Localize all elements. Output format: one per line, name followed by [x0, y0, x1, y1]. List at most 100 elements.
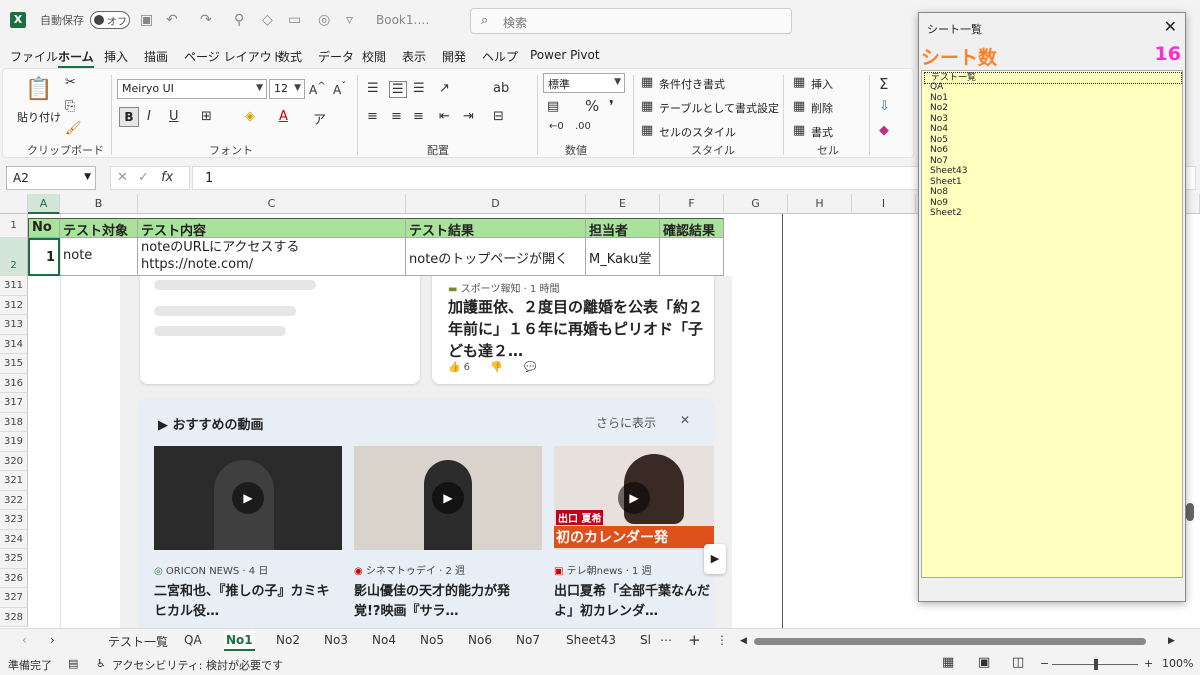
zoom-level[interactable]: 100% [1162, 657, 1193, 670]
redo-icon[interactable]: ↷ [200, 12, 212, 28]
align-center-icon[interactable]: ≡ [391, 109, 402, 124]
cell-owner[interactable]: M_Kaku堂 [586, 238, 660, 276]
row-header[interactable]: 312 [0, 295, 28, 315]
sheet-tab[interactable]: No2 [276, 633, 300, 647]
video-thumbnail[interactable]: ▶ [354, 446, 542, 550]
fill-color-icon[interactable]: ◈ [245, 109, 255, 124]
row-header[interactable]: 1 [0, 214, 28, 238]
tab-data[interactable]: データ [318, 48, 354, 65]
shape-icon[interactable]: ◇ [262, 12, 273, 28]
tab-help[interactable]: ヘルプ [482, 48, 518, 65]
decrease-decimal-icon[interactable]: .00 [575, 121, 591, 132]
grow-font-icon[interactable]: A^ [309, 81, 326, 97]
format-painter-icon[interactable]: 🖌 [65, 121, 82, 136]
horizontal-scrollbar[interactable] [754, 638, 1146, 645]
cell-check[interactable] [660, 238, 724, 276]
column-header-c[interactable]: C [138, 194, 406, 214]
scroll-left-icon[interactable]: ◀ [740, 636, 747, 646]
indent-icon[interactable]: ⇤ [439, 109, 450, 124]
prev-sheet-icon[interactable]: ‹ [22, 633, 27, 647]
play-icon[interactable]: ▶ [618, 482, 650, 514]
row-header[interactable]: 314 [0, 334, 28, 354]
add-sheet-icon[interactable]: + [688, 631, 701, 649]
save-icon[interactable]: ▣ [140, 12, 153, 28]
list-item[interactable]: No9 [930, 198, 948, 208]
sheet-tab[interactable]: No6 [468, 633, 492, 647]
row-header[interactable]: 320 [0, 451, 28, 471]
name-box[interactable]: A2 ▼ [6, 166, 96, 190]
header-cell-check[interactable]: 確認結果 [660, 218, 724, 238]
cut-icon[interactable]: ✂ [65, 75, 76, 90]
dislike-icon[interactable]: 👎 [490, 362, 502, 373]
row-header[interactable]: 323 [0, 510, 28, 530]
video-title[interactable]: 影山優佳の天才的能力が発覚!?映画『サラ… [354, 582, 534, 622]
tab-draw[interactable]: 描画 [144, 48, 168, 65]
tab-formulas[interactable]: 数式 [278, 48, 302, 65]
cell-result[interactable]: noteのトップページが開く [406, 238, 586, 276]
next-sheet-icon[interactable]: › [50, 633, 55, 647]
sheet-tab[interactable]: テスト一覧 [108, 633, 168, 650]
insert-cells-icon[interactable]: ▦ [793, 75, 805, 90]
column-header-h[interactable]: H [788, 194, 852, 214]
border-icon[interactable]: ⊞ [201, 109, 212, 124]
insert-function-icon[interactable]: fx [161, 170, 173, 185]
page-layout-view-icon[interactable]: ▣ [978, 655, 990, 670]
list-item[interactable]: Sheet2 [930, 208, 962, 218]
paste-button[interactable]: 貼り付け [17, 109, 61, 125]
italic-button[interactable]: I [147, 109, 151, 124]
sheet-tab[interactable]: No7 [516, 633, 540, 647]
undo-icon[interactable]: ↶ [166, 12, 178, 28]
tab-file[interactable]: ファイル [10, 48, 58, 65]
list-item[interactable]: Sheet1 [930, 177, 962, 187]
column-header-e[interactable]: E [586, 194, 660, 214]
underline-button[interactable]: U [169, 109, 179, 124]
header-cell-owner[interactable]: 担当者 [586, 218, 660, 238]
delete-cells-button[interactable]: 削除 [811, 100, 833, 116]
column-header-b[interactable]: B [60, 194, 138, 214]
align-middle-icon[interactable]: ☰ [389, 81, 407, 98]
copy-icon[interactable]: ⎘ [65, 99, 75, 114]
font-color-icon[interactable]: A [279, 109, 288, 124]
currency-icon[interactable]: ▤ [547, 99, 559, 114]
comment-icon[interactable]: 💬 [524, 362, 536, 373]
zoom-thumb[interactable] [1094, 659, 1098, 670]
row-header[interactable]: 326 [0, 568, 28, 588]
column-header-d[interactable]: D [406, 194, 586, 214]
row-header[interactable]: 327 [0, 588, 28, 608]
like-icon[interactable]: 👍 6 [448, 362, 470, 373]
insert-cells-button[interactable]: 挿入 [811, 76, 833, 92]
align-left-icon[interactable]: ≡ [367, 109, 378, 124]
play-icon[interactable]: ▶ [432, 482, 464, 514]
sheet-tab-active[interactable]: No1 [224, 631, 255, 651]
align-top-icon[interactable]: ☰ [367, 81, 379, 96]
table-format-icon[interactable]: ▦ [641, 99, 653, 114]
list-item[interactable]: No3 [930, 114, 948, 124]
conditional-format-icon[interactable]: ▦ [641, 75, 653, 90]
column-header-g[interactable]: G [724, 194, 788, 214]
news-title[interactable]: 加護亜依、２度目の離婚を公表「約２年前に」１６年に再婚もピリオド「子ども達２… [448, 296, 704, 362]
tab-view[interactable]: 表示 [402, 48, 426, 65]
sheet-tab[interactable]: No3 [324, 633, 348, 647]
tab-splitter-icon[interactable]: ⋮ [716, 633, 728, 647]
table-format-button[interactable]: テーブルとして書式設定 [659, 100, 779, 116]
list-item[interactable]: No7 [930, 156, 948, 166]
autosum-icon[interactable]: Σ [879, 75, 888, 93]
phonetic-icon[interactable]: ア [313, 109, 326, 128]
tab-review[interactable]: 校閲 [362, 48, 386, 65]
search-box[interactable]: ⌕ 検索 [470, 8, 792, 34]
fill-icon[interactable]: ⇩ [879, 99, 890, 114]
list-item[interactable]: No2 [930, 103, 948, 113]
row-header[interactable]: 2 [0, 238, 28, 276]
format-painter-qa-icon[interactable]: ⚲ [234, 12, 244, 28]
cell-style-icon[interactable]: ▦ [641, 123, 653, 138]
list-item[interactable]: No4 [930, 124, 948, 134]
customize-icon[interactable]: ▿ [346, 12, 353, 28]
row-header[interactable]: 316 [0, 373, 28, 393]
font-size-select[interactable]: 12 ▼ [269, 79, 305, 99]
column-header-a[interactable]: A [28, 194, 60, 214]
conditional-format-button[interactable]: 条件付き書式 [659, 76, 725, 92]
format-cells-button[interactable]: 書式 [811, 124, 833, 140]
vertical-scrollbar[interactable] [1186, 503, 1194, 521]
list-item[interactable]: Sheet43 [930, 166, 967, 176]
list-item[interactable]: テスト一覧 [924, 72, 1182, 84]
